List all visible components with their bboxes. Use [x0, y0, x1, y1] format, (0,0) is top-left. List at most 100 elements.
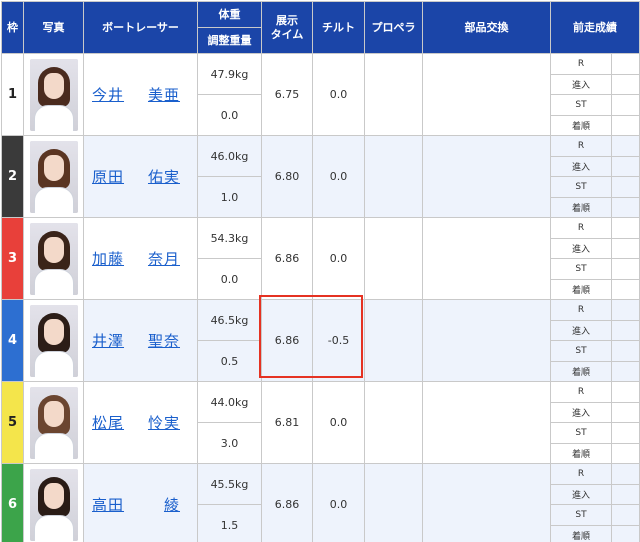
prev-label: 進入 — [550, 237, 612, 259]
racer-given-name: 怜実 — [147, 414, 180, 432]
prev-label: 着順 — [550, 114, 612, 136]
avatar — [29, 222, 78, 295]
avatar — [29, 58, 78, 131]
prev-value — [611, 73, 640, 95]
prev-label: R — [550, 53, 612, 75]
tilt-value: -0.5 — [312, 299, 365, 382]
parts-exchange — [422, 299, 551, 382]
racer-name-cell: 井澤 聖奈 — [83, 299, 198, 382]
prev-value — [611, 278, 640, 300]
propeller-value — [364, 53, 423, 136]
racer-name-cell: 高田 綾 — [83, 463, 198, 542]
racer-name-link[interactable]: 原田 佑実 — [92, 166, 180, 187]
tenji-time: 6.81 — [261, 381, 313, 464]
prev-label: 着順 — [550, 442, 612, 464]
header-tilt: チルト — [312, 1, 365, 54]
prev-value — [611, 155, 640, 177]
racer-given-name: 綾 — [163, 496, 180, 514]
prev-value — [611, 401, 640, 423]
weight-value: 46.5kg — [197, 299, 262, 341]
adjust-weight-value: 1.5 — [197, 504, 262, 542]
prev-value — [611, 483, 640, 505]
prev-value — [611, 319, 640, 341]
waku-number: 1 — [1, 53, 24, 136]
tenji-time: 6.86 — [261, 217, 313, 300]
adjust-weight-value: 0.0 — [197, 258, 262, 300]
prev-value — [611, 504, 640, 526]
racer-name-link[interactable]: 高田 綾 — [92, 494, 180, 515]
prev-label: R — [550, 381, 612, 403]
racer-family-name: 高田 — [92, 496, 125, 514]
prev-label: R — [550, 299, 612, 321]
prev-label: ST — [550, 504, 612, 526]
prev-label: 進入 — [550, 483, 612, 505]
header-parts: 部品交換 — [422, 1, 551, 54]
prev-label: R — [550, 463, 612, 485]
avatar — [29, 468, 78, 541]
racer-given-name: 美亜 — [147, 86, 180, 104]
racer-photo — [23, 53, 84, 136]
weight-value: 46.0kg — [197, 135, 262, 177]
racer-photo — [23, 381, 84, 464]
prev-value — [611, 463, 640, 485]
header-weight: 体重 — [197, 1, 262, 28]
racer-given-name: 佑実 — [147, 168, 180, 186]
prev-value — [611, 53, 640, 75]
tilt-value: 0.0 — [312, 135, 365, 218]
header-waku: 枠 — [1, 1, 24, 54]
prev-value — [611, 196, 640, 218]
header-tenji: 展示 タイム — [261, 1, 313, 54]
propeller-value — [364, 463, 423, 542]
header-photo: 写真 — [23, 1, 84, 54]
racer-name-link[interactable]: 今井 美亜 — [92, 84, 180, 105]
adjust-weight-value: 1.0 — [197, 176, 262, 218]
avatar — [29, 304, 78, 377]
prev-label: 進入 — [550, 401, 612, 423]
prev-label: R — [550, 217, 612, 239]
waku-number: 3 — [1, 217, 24, 300]
racer-given-name: 奈月 — [147, 250, 180, 268]
prev-value — [611, 381, 640, 403]
racer-photo — [23, 463, 84, 542]
prev-value — [611, 442, 640, 464]
racer-name-link[interactable]: 井澤 聖奈 — [92, 330, 180, 351]
header-racer: ボートレーサー — [83, 1, 198, 54]
waku-number: 6 — [1, 463, 24, 542]
propeller-value — [364, 299, 423, 382]
header-adjust: 調整重量 — [197, 27, 262, 54]
tilt-value: 0.0 — [312, 463, 365, 542]
racer-name-link[interactable]: 加藤 奈月 — [92, 248, 180, 269]
adjust-weight-value: 0.0 — [197, 94, 262, 136]
adjust-weight-value: 3.0 — [197, 422, 262, 464]
racer-photo — [23, 299, 84, 382]
prev-label: 着順 — [550, 278, 612, 300]
racer-family-name: 加藤 — [92, 250, 125, 268]
prev-label: 着順 — [550, 360, 612, 382]
racer-table: 枠 写真 ボートレーサー 体重 展示 タイム チルト プロペラ 部品交換 前走成… — [1, 1, 640, 542]
prev-value — [611, 422, 640, 444]
racer-name-cell: 原田 佑実 — [83, 135, 198, 218]
racer-given-name: 聖奈 — [147, 332, 180, 350]
tilt-value: 0.0 — [312, 381, 365, 464]
prev-value — [611, 299, 640, 321]
tilt-value: 0.0 — [312, 53, 365, 136]
table-row: 5 松尾 怜実 44.0kg 6.81 0.0 R — [1, 381, 640, 464]
racer-family-name: 原田 — [92, 168, 125, 186]
prev-value — [611, 135, 640, 157]
propeller-value — [364, 135, 423, 218]
prev-label: ST — [550, 176, 612, 198]
racer-name-link[interactable]: 松尾 怜実 — [92, 412, 180, 433]
parts-exchange — [422, 381, 551, 464]
tenji-time: 6.86 — [261, 299, 313, 382]
racer-photo — [23, 135, 84, 218]
waku-number: 2 — [1, 135, 24, 218]
racer-family-name: 今井 — [92, 86, 125, 104]
header-propeller: プロペラ — [364, 1, 423, 54]
prev-label: R — [550, 135, 612, 157]
tenji-time: 6.80 — [261, 135, 313, 218]
table-row: 4 井澤 聖奈 46.5kg 6.86 -0.5 R — [1, 299, 640, 382]
waku-number: 4 — [1, 299, 24, 382]
parts-exchange — [422, 463, 551, 542]
prev-label: 着順 — [550, 524, 612, 542]
prev-label: 着順 — [550, 196, 612, 218]
